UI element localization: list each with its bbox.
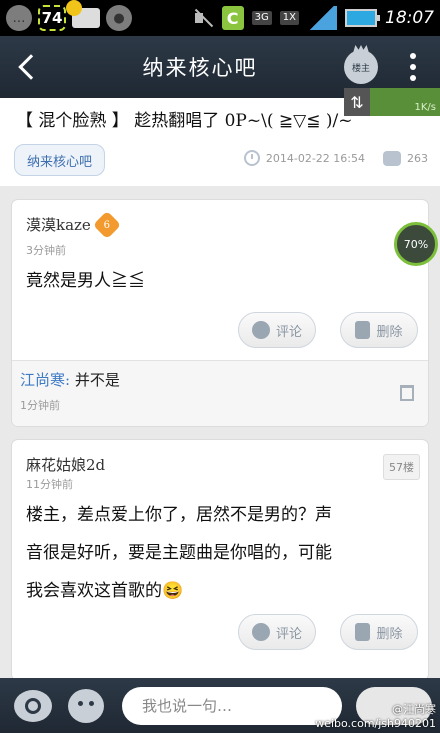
reply-card: 漠漠kaze 6 3分钟前 竟然是男人≧≦ 评论 删除 江尚寒: 并不是 1分钟… bbox=[12, 200, 428, 426]
c-app-icon: C bbox=[221, 6, 244, 30]
level-badge-icon: 6 bbox=[92, 210, 121, 239]
author-name: 麻花姑娘2d bbox=[26, 456, 106, 474]
sub-reply-delete-icon[interactable] bbox=[400, 385, 414, 401]
comment-icon bbox=[251, 321, 270, 339]
trash-icon bbox=[355, 321, 371, 339]
camera-icon bbox=[25, 697, 41, 714]
forum-tag-button[interactable]: 纳来核心吧 bbox=[14, 144, 106, 176]
dot-icon bbox=[410, 75, 416, 81]
reply-bubble-icon bbox=[383, 150, 401, 166]
comment-label: 评论 bbox=[275, 626, 302, 642]
watermark-url: weibo.com/jsh940201 bbox=[315, 717, 436, 730]
reply-card: 麻花姑娘2d 11分钟前 57楼 楼主，差点爱上你了，居然不是男的？声 音很是好… bbox=[12, 440, 428, 680]
back-button[interactable] bbox=[0, 36, 56, 98]
battery-percent-badge: 74 bbox=[38, 5, 66, 31]
page-title: 纳来核心吧 bbox=[142, 56, 258, 80]
app-icon: ● bbox=[106, 5, 132, 31]
comment-icon bbox=[251, 623, 270, 641]
battery-icon bbox=[345, 9, 380, 27]
reply-input[interactable] bbox=[122, 686, 342, 725]
reply-count: 263 bbox=[407, 151, 428, 165]
sub-reply[interactable]: 江尚寒: 并不是 1分钟前 bbox=[12, 360, 428, 426]
content-line: 楼主，差点爱上你了，居然不是男的？声 bbox=[26, 505, 332, 525]
post-meta: 2014-02-22 16:54 263 bbox=[243, 150, 428, 166]
delete-label: 删除 bbox=[376, 626, 403, 642]
comment-button[interactable]: 评论 bbox=[238, 312, 316, 348]
notification-icon: … bbox=[6, 5, 32, 31]
watermark-handle: @江尚寒 bbox=[392, 703, 436, 716]
clock-icon bbox=[243, 150, 260, 166]
crown-label: 楼主 bbox=[351, 63, 370, 74]
sub-reply-time: 1分钟前 bbox=[20, 399, 60, 412]
mute-icon bbox=[192, 7, 214, 29]
owner-crown-button[interactable]: 楼主 bbox=[344, 50, 378, 84]
chevron-left-icon bbox=[18, 54, 44, 80]
network-type: 3G bbox=[251, 11, 272, 25]
reply-content: 楼主，差点爱上你了，居然不是男的？声 音很是好听，要是主题曲是你唱的，可能 我会… bbox=[26, 496, 418, 610]
status-bar: … 74 ● C 3G 1X 18:07 bbox=[0, 0, 440, 36]
laughing-emoji-icon: 😆 bbox=[162, 581, 184, 601]
floor-badge: 57楼 bbox=[383, 454, 420, 480]
level-number: 6 bbox=[103, 219, 110, 230]
author-name: 漠漠kaze bbox=[26, 216, 91, 234]
clock-time: 18:07 bbox=[385, 8, 434, 28]
speed-badge: ⇅ 1K/s bbox=[344, 88, 440, 116]
content-text: 我会喜欢这首歌的 bbox=[26, 581, 162, 601]
signal-icon bbox=[307, 6, 337, 30]
sub-reply-author[interactable]: 江尚寒: bbox=[20, 371, 70, 389]
speed-circle-widget[interactable]: 70% bbox=[394, 222, 438, 266]
reply-content: 竟然是男人≧≦ bbox=[26, 271, 145, 291]
sub-reply-body: 并不是 bbox=[74, 371, 120, 389]
reply-time: 11分钟前 bbox=[26, 478, 73, 491]
mail-icon bbox=[66, 0, 100, 28]
watermark: @江尚寒 weibo.com/jsh940201 bbox=[315, 703, 436, 731]
comment-label: 评论 bbox=[275, 324, 302, 340]
content-line: 我会喜欢这首歌的😆 bbox=[26, 572, 418, 610]
post-date: 2014-02-22 16:54 bbox=[265, 151, 365, 165]
network-subtype: 1X bbox=[279, 11, 299, 25]
trash-icon bbox=[355, 623, 371, 641]
delete-button[interactable]: 删除 bbox=[340, 614, 418, 650]
transfer-icon: ⇅ bbox=[344, 88, 370, 116]
content-line: 音很是好听，要是主题曲是你唱的，可能 bbox=[26, 543, 332, 563]
reply-author[interactable]: 麻花姑娘2d bbox=[26, 454, 105, 475]
delete-label: 删除 bbox=[376, 324, 403, 340]
reply-author[interactable]: 漠漠kaze 6 bbox=[26, 210, 121, 239]
camera-button[interactable] bbox=[14, 689, 52, 722]
emoji-button[interactable] bbox=[68, 688, 104, 723]
dot-icon bbox=[410, 53, 416, 59]
reply-time: 3分钟前 bbox=[26, 244, 66, 257]
sub-reply-text: 江尚寒: 并不是 bbox=[20, 369, 120, 390]
dot-icon bbox=[410, 64, 416, 70]
delete-button[interactable]: 删除 bbox=[340, 312, 418, 348]
transfer-rate: 1K/s bbox=[370, 88, 440, 116]
comment-button[interactable]: 评论 bbox=[238, 614, 316, 650]
